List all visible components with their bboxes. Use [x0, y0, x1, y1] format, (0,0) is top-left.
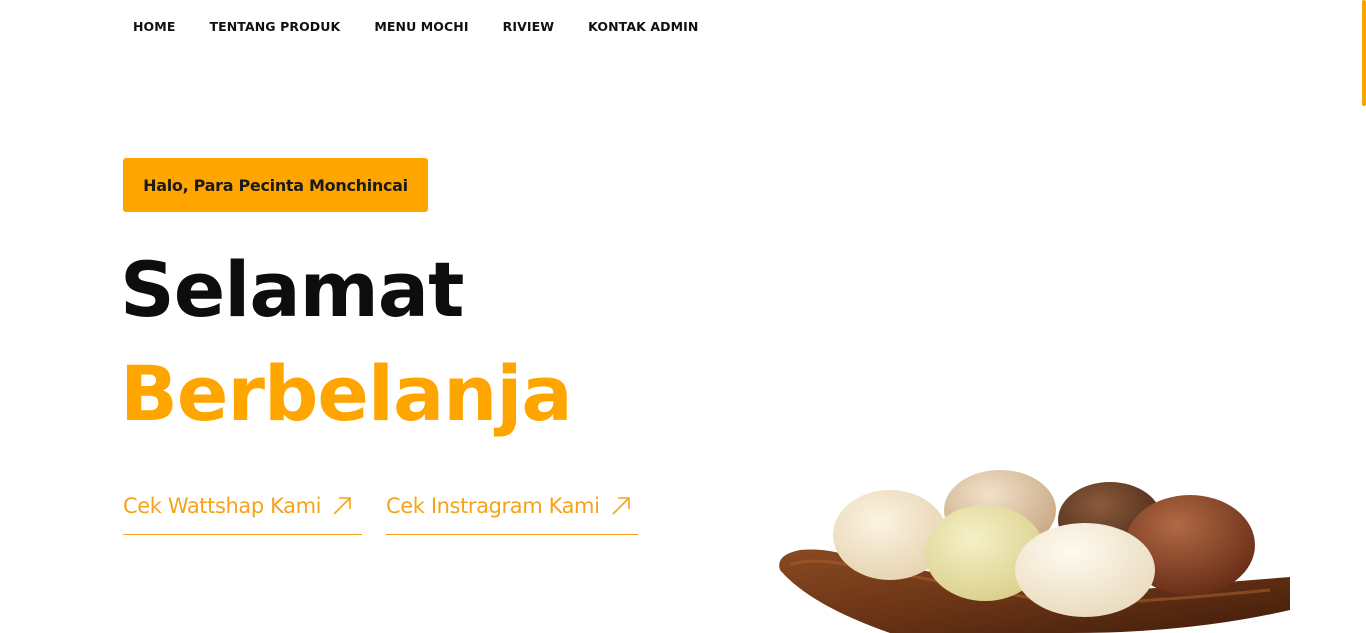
page: HOME TENTANG PRODUK MENU MOCHI RIVIEW KO… — [0, 0, 1366, 633]
whatsapp-link[interactable]: Cek Wattshap Kami — [123, 494, 362, 535]
nav-item-kontak-admin[interactable]: KONTAK ADMIN — [588, 19, 698, 35]
mochi-plate-image — [779, 470, 1290, 633]
hero-title-line1: Selamat — [120, 245, 464, 334]
scrollbar-thumb[interactable] — [1362, 0, 1366, 106]
hero-title-line2: Berbelanja — [120, 349, 573, 438]
nav-item-menu-mochi[interactable]: MENU MOCHI — [374, 19, 468, 35]
nav-item-tentang-produk[interactable]: TENTANG PRODUK — [209, 19, 340, 35]
whatsapp-link-label: Cek Wattshap Kami — [123, 494, 322, 518]
greeting-badge[interactable]: Halo, Para Pecinta Monchincai — [123, 158, 428, 212]
nav-item-riview[interactable]: RIVIEW — [503, 19, 555, 35]
instagram-link-label: Cek Instragram Kami — [386, 494, 600, 518]
nav-item-home[interactable]: HOME — [133, 19, 175, 35]
arrow-up-right-icon — [611, 497, 630, 515]
main-nav: HOME TENTANG PRODUK MENU MOCHI RIVIEW KO… — [133, 19, 732, 35]
arrow-up-right-icon — [333, 497, 351, 515]
instagram-link[interactable]: Cek Instragram Kami — [386, 494, 638, 535]
